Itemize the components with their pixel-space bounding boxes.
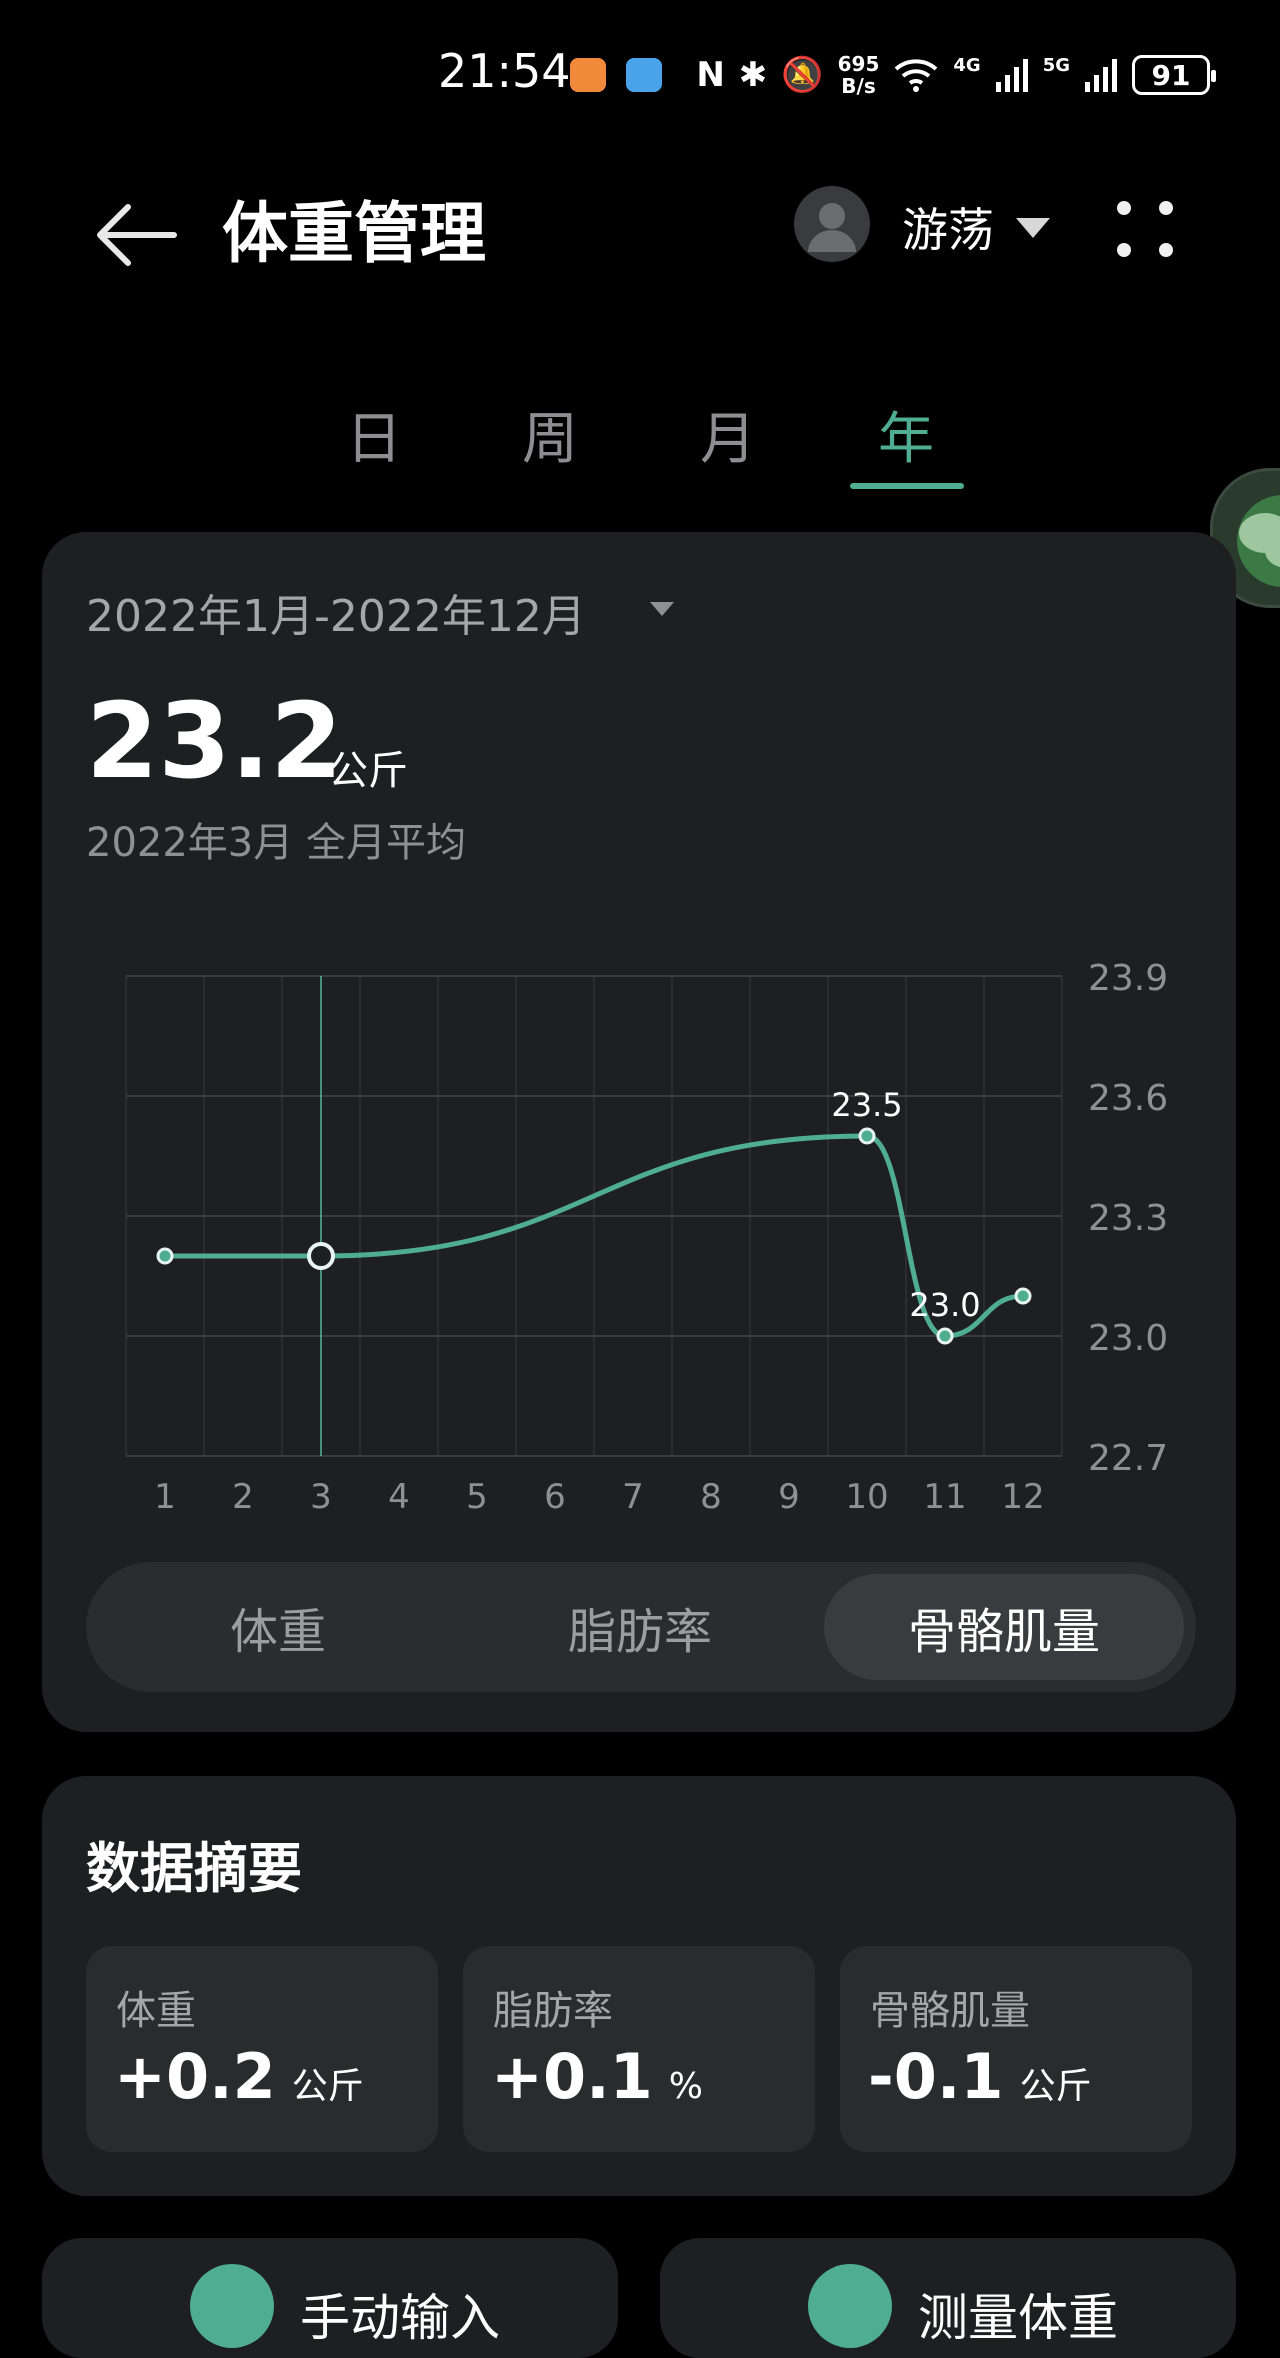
stat-value: +0.2 公斤 [114, 2040, 364, 2113]
manual-input-label: 手动输入 [300, 2289, 500, 2347]
data-point [858, 1127, 876, 1145]
data-point [1014, 1287, 1032, 1305]
toggle-skeletal-muscle[interactable]: 骨骼肌量 [824, 1574, 1184, 1680]
stat-value: +0.1% [491, 2040, 703, 2113]
stat-value: -0.1 公斤 [868, 2040, 1092, 2113]
x-tick-label: 1 [154, 1477, 176, 1517]
nfc-icon: N [696, 55, 725, 95]
mail-notification-icon [626, 58, 662, 92]
more-icon[interactable] [1110, 194, 1180, 264]
x-tick-label: 8 [700, 1477, 722, 1517]
tab-indicator [850, 483, 964, 489]
data-point [156, 1247, 174, 1265]
status-time: 21:54 [438, 44, 571, 98]
y-tick-label: 23.3 [1088, 1198, 1168, 1239]
app-bar: 体重管理 游荡 [0, 150, 1280, 300]
stat-fat-rate: 脂肪率 +0.1% [463, 1946, 815, 2152]
stat-label: 脂肪率 [493, 1988, 613, 2034]
x-tick-label: 2 [232, 1477, 254, 1517]
tab-day[interactable]: 日 [314, 394, 434, 475]
toggle-weight[interactable]: 体重 [98, 1574, 458, 1680]
scale-icon [808, 2264, 892, 2348]
stat-unit: 公斤 [291, 2066, 364, 2107]
y-tick-label: 23.0 [1088, 1318, 1168, 1359]
status-icons: N ✱ 🔕 695 B/s 4G 5G 91 [696, 50, 1216, 100]
toggle-fat-rate[interactable]: 脂肪率 [460, 1574, 820, 1680]
measure-weight-button[interactable]: 测量体重 [660, 2238, 1236, 2358]
stat-label: 骨骼肌量 [870, 1988, 1030, 2034]
mute-icon: 🔕 [781, 55, 824, 95]
summary-title: 数据摘要 [86, 1837, 302, 1900]
stat-label: 体重 [116, 1988, 196, 2034]
data-label: 23.5 [831, 1086, 902, 1124]
speed-value: 695 [837, 52, 880, 76]
measure-weight-label: 测量体重 [918, 2289, 1118, 2347]
battery-level: 91 [1151, 58, 1191, 92]
data-point [936, 1327, 954, 1345]
chevron-down-icon[interactable] [1014, 216, 1052, 240]
tab-month[interactable]: 月 [668, 394, 788, 475]
avatar[interactable] [794, 186, 870, 262]
summary-card: 数据摘要 体重 +0.2 公斤 脂肪率 +0.1% 骨骼肌量 -0.1 公斤 [42, 1776, 1236, 2196]
stat-weight: 体重 +0.2 公斤 [86, 1946, 438, 2152]
y-tick-label: 23.6 [1088, 1078, 1168, 1119]
app-notification-icon [570, 58, 606, 92]
manual-input-button[interactable]: 手动输入 [42, 2238, 618, 2358]
x-tick-label: 3 [310, 1477, 332, 1517]
stat-unit: % [668, 2066, 703, 2107]
data-label: 23.0 [909, 1286, 980, 1324]
x-tick-label: 6 [544, 1477, 566, 1517]
x-tick-label: 4 [388, 1477, 410, 1517]
x-tick-label: 9 [778, 1477, 800, 1517]
y-tick-label: 23.9 [1088, 958, 1168, 999]
edit-icon [190, 2264, 274, 2348]
signal-icon-2 [1085, 59, 1117, 92]
tab-year[interactable]: 年 [846, 394, 966, 475]
status-bar: 21:54 N ✱ 🔕 695 B/s 4G 5G 91 [0, 0, 1280, 150]
signal-icon-1 [995, 59, 1028, 92]
network-5g-label: 5G [1042, 54, 1070, 76]
speed-unit: B/s [841, 74, 876, 98]
period-tabs: 日 周 月 年 [0, 380, 1280, 490]
wifi-icon [895, 59, 938, 92]
x-tick-label: 5 [466, 1477, 488, 1517]
user-avatar-icon [808, 203, 856, 252]
x-tick-label: 11 [923, 1477, 966, 1517]
battery-icon: 91 [1132, 55, 1216, 95]
page-title: 体重管理 [222, 195, 486, 272]
network-speed: 695 B/s [838, 53, 880, 97]
bluetooth-icon: ✱ [738, 55, 768, 95]
back-arrow-icon[interactable] [90, 190, 180, 280]
chart-card: 2022年1月-2022年12月 23.2 公斤 2022年3月 全月平均 23… [42, 532, 1236, 1732]
x-tick-label: 7 [622, 1477, 644, 1517]
x-tick-label: 12 [1001, 1477, 1044, 1517]
skeletal-muscle-chart[interactable]: 23.923.623.323.022.71 2 3 4 5 6 7 8 9 10 11 1223.52… [42, 532, 1236, 1552]
stat-unit: 公斤 [1019, 2066, 1092, 2107]
x-tick-label: 10 [845, 1477, 888, 1517]
user-name[interactable]: 游荡 [902, 194, 994, 260]
y-tick-label: 22.7 [1088, 1438, 1168, 1479]
stat-skeletal-muscle: 骨骼肌量 -0.1 公斤 [840, 1946, 1192, 2152]
network-4g-label: 4G [953, 54, 981, 76]
metric-toggle: 体重 脂肪率 骨骼肌量 [86, 1562, 1196, 1692]
tab-week[interactable]: 周 [490, 394, 610, 475]
selected-data-point [307, 1242, 335, 1270]
